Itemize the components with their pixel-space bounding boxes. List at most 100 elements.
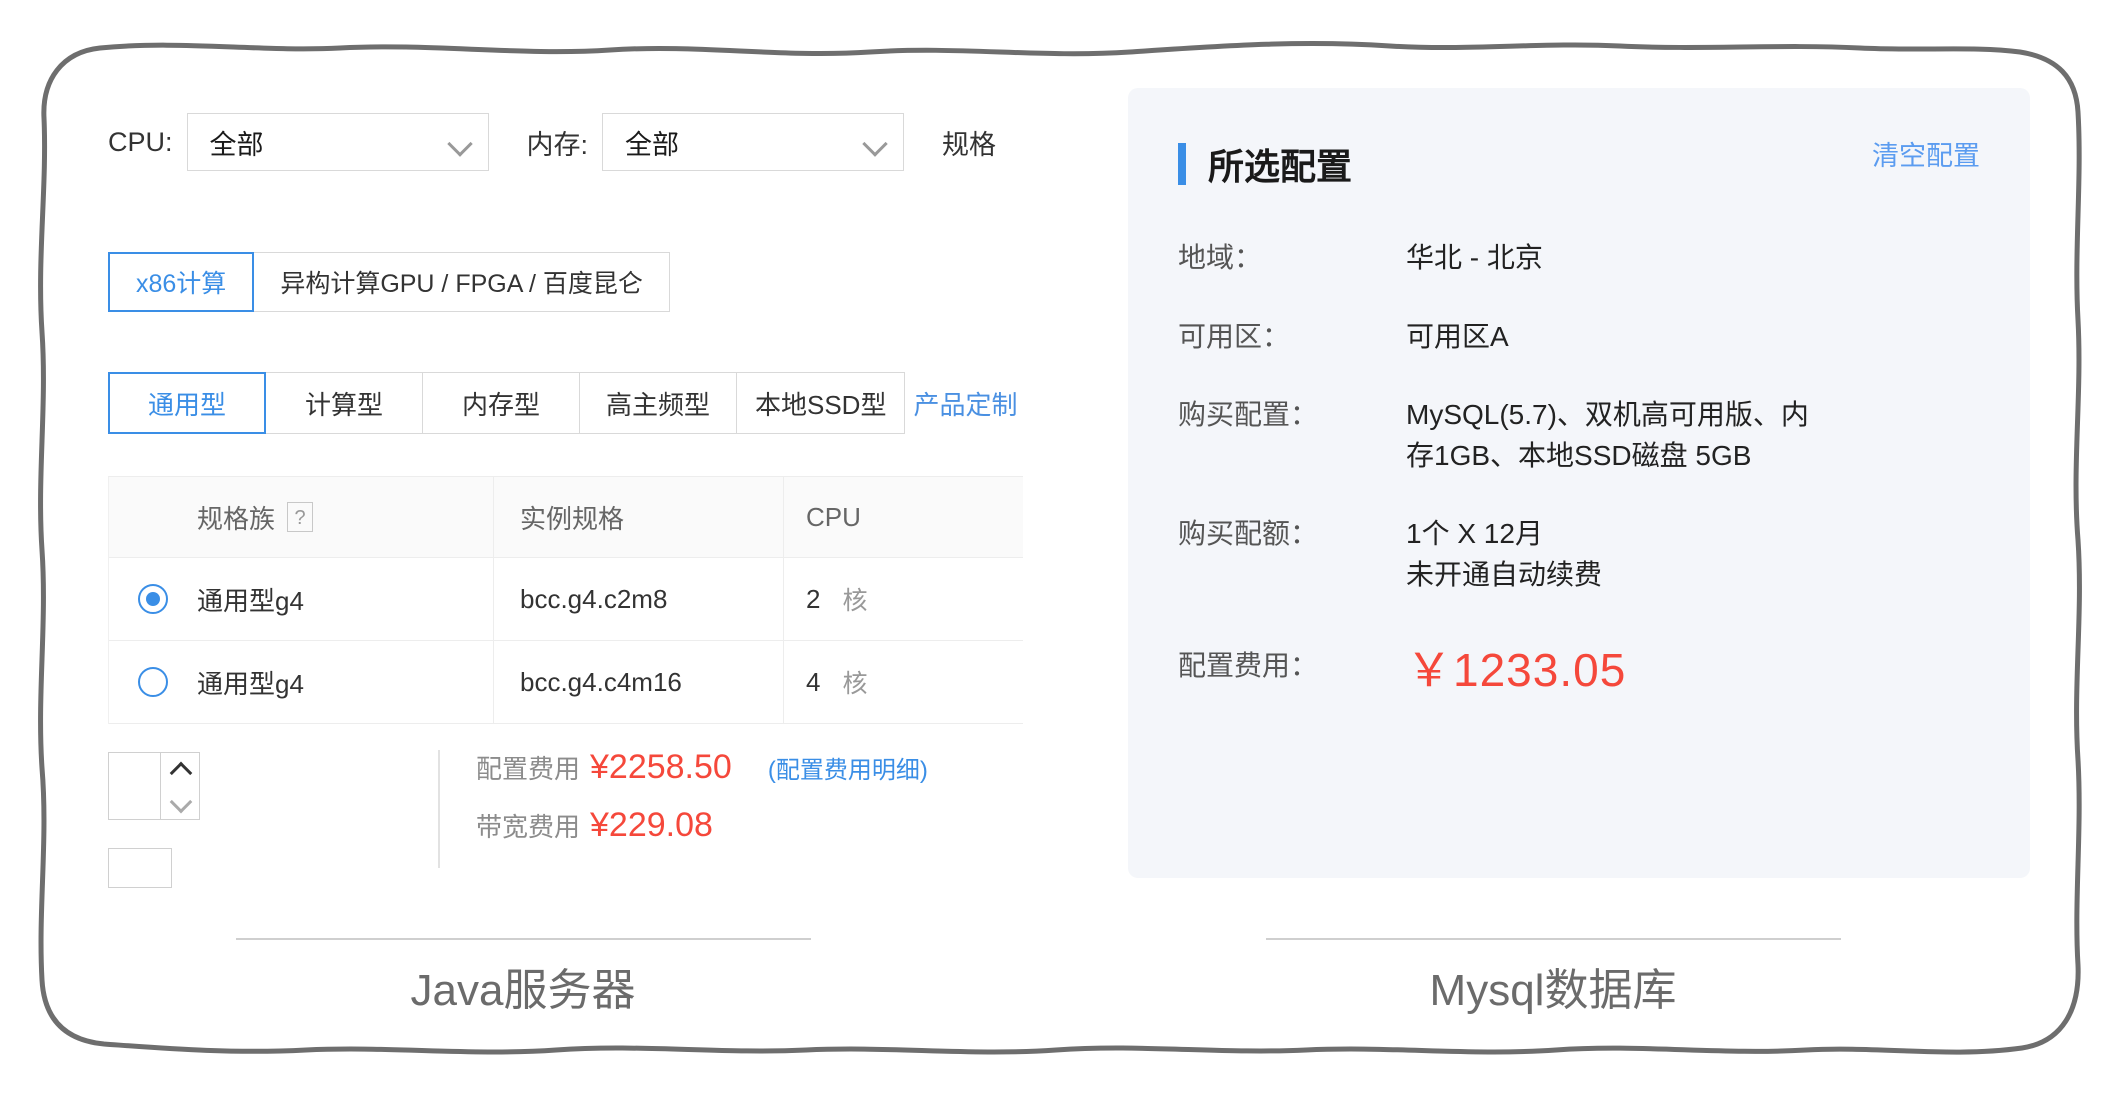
chevron-down-icon: [172, 794, 189, 811]
caption-java-server: Java服务器: [228, 938, 818, 1018]
config-price-value: ￥1233.05: [1406, 643, 1627, 696]
row-spec-label: bcc.g4.c4m16: [520, 666, 682, 697]
accent-bar-icon: [1178, 143, 1186, 185]
memory-filter-value: 全部: [625, 129, 680, 160]
config-purchase-key: 购买配置：: [1178, 399, 1319, 431]
row-family-label: 通用型g4: [197, 668, 304, 699]
config-item-region: 地域： 华北 - 北京: [1178, 238, 1980, 279]
row-spec-cell: bcc.g4.c4m16: [493, 641, 783, 723]
bandwidth-fee-amount: ¥229.08: [590, 806, 713, 844]
clear-config-button[interactable]: 清空配置: [1872, 134, 1980, 173]
row-spec-cell: bcc.g4.c2m8: [493, 558, 783, 640]
tab-local-ssd[interactable]: 本地SSD型: [736, 372, 906, 434]
cpu-filter-select[interactable]: 全部: [186, 113, 489, 171]
tab-compute-optimized-label: 计算型: [304, 389, 383, 420]
config-fee-detail-link[interactable]: (配置费用明细): [768, 750, 928, 785]
caption-rule: [1265, 938, 1841, 940]
tab-memory-optimized[interactable]: 内存型: [422, 372, 580, 434]
row-select-cell[interactable]: [109, 641, 197, 723]
caption-right-label: Mysql数据库: [1429, 966, 1677, 1015]
memory-filter-label: 内存:: [526, 129, 589, 160]
product-customization-link[interactable]: 产品定制: [905, 372, 1017, 434]
row-cpu-value: 2: [806, 583, 821, 614]
fee-section-divider: [438, 750, 440, 868]
quantity-stepper[interactable]: [108, 752, 200, 820]
product-customization-label: 产品定制: [913, 389, 1018, 420]
spec-filter-label: 规格: [942, 129, 997, 160]
config-region-key: 地域：: [1178, 242, 1263, 273]
row-family-cell: 通用型g4: [197, 641, 493, 723]
header-spec-label: 实例规格: [520, 503, 625, 534]
selected-config-list: 地域： 华北 - 北京 可用区： 可用区A 购买配置： MySQL(5.7)、双…: [1178, 238, 1980, 700]
row-cpu-cell: 2 核: [783, 558, 943, 640]
compute-type-heterogeneous[interactable]: 异构计算GPU / FPGA / 百度昆仑: [253, 252, 670, 312]
row-cpu-unit: 核: [842, 670, 868, 698]
server-config-panel: CPU: 全部 内存: 全部 规格 x86计算 异构计算GPU / FPGA /…: [108, 100, 1023, 890]
content-stage: CPU: 全部 内存: 全部 规格 x86计算 异构计算GPU / FPGA /…: [0, 0, 2116, 1114]
config-item-purchase-config: 购买配置： MySQL(5.7)、双机高可用版、内存1GB、本地SSD磁盘 5G…: [1178, 395, 1980, 476]
caption-rule: [235, 938, 811, 940]
secondary-input-clipped[interactable]: [108, 848, 172, 888]
tab-memory-optimized-label: 内存型: [461, 389, 540, 420]
compute-type-segmented: x86计算 异构计算GPU / FPGA / 百度昆仑: [108, 252, 670, 312]
config-item-price: 配置费用： ￥1233.05: [1178, 634, 1980, 700]
instance-spec-table: 规格族 ? 实例规格 CPU 通用型g4 bcc.g4.c2m8 2 核 通用型…: [108, 476, 1023, 724]
page-title: 所选配置: [1208, 146, 1353, 187]
table-row[interactable]: 通用型g4 bcc.g4.c4m16 4 核: [109, 641, 1023, 724]
row-family-label: 通用型g4: [197, 585, 304, 616]
chevron-down-icon: [448, 135, 472, 149]
header-cpu-label: CPU: [806, 501, 861, 532]
row-select-cell[interactable]: [109, 558, 197, 640]
config-fee-label: 配置费用: [476, 754, 581, 784]
header-family-cell: 规格族 ?: [197, 477, 493, 557]
caption-mysql-database: Mysql数据库: [1258, 938, 1848, 1018]
caption-left-label: Java服务器: [410, 966, 636, 1015]
tab-general-purpose[interactable]: 通用型: [108, 372, 266, 434]
radio-button-unselected[interactable]: [138, 667, 168, 697]
compute-type-x86-label: x86计算: [136, 270, 227, 298]
config-price-key: 配置费用：: [1178, 650, 1319, 682]
instance-category-tabs: 通用型 计算型 内存型 高主频型 本地SSD型 产品定制: [108, 372, 1017, 434]
cpu-filter-value: 全部: [209, 129, 264, 160]
config-quota-value: 1个 X 12月: [1406, 518, 1543, 550]
tab-local-ssd-label: 本地SSD型: [755, 389, 887, 420]
tab-high-frequency[interactable]: 高主频型: [579, 372, 737, 434]
row-cpu-cell: 4 核: [783, 641, 943, 723]
config-zone-value: 可用区A: [1406, 320, 1509, 352]
header-cpu-cell: CPU: [783, 477, 943, 557]
chevron-down-icon: [863, 135, 887, 149]
selected-config-header: 所选配置 清空配置: [1178, 132, 1980, 196]
config-purchase-value: MySQL(5.7)、双机高可用版、内存1GB、本地SSD磁盘 5GB: [1406, 399, 1809, 471]
table-row[interactable]: 通用型g4 bcc.g4.c2m8 2 核: [109, 558, 1023, 641]
header-family-label: 规格族: [197, 503, 276, 534]
radio-button-selected[interactable]: [138, 584, 168, 614]
bandwidth-fee-line: 带宽费用 ¥229.08: [476, 806, 928, 864]
config-fee-amount: ¥2258.50: [590, 748, 732, 786]
selected-config-panel: 所选配置 清空配置 地域： 华北 - 北京 可用区： 可用区A 购买配置： My…: [1128, 88, 2030, 878]
chevron-up-icon: [172, 761, 189, 778]
config-fee-line: 配置费用 ¥2258.50 (配置费用明细): [476, 748, 928, 806]
help-icon[interactable]: ?: [287, 502, 314, 532]
row-cpu-unit: 核: [842, 587, 868, 615]
header-select-cell: [109, 477, 197, 557]
stepper-increment-button[interactable]: [161, 753, 199, 786]
bandwidth-fee-label: 带宽费用: [476, 812, 581, 842]
config-item-quota: 购买配额： 1个 X 12月 未开通自动续费: [1178, 514, 1980, 595]
stepper-spin-buttons: [160, 753, 199, 819]
config-zone-key: 可用区：: [1178, 320, 1291, 352]
tab-compute-optimized[interactable]: 计算型: [265, 372, 423, 434]
table-header-row: 规格族 ? 实例规格 CPU: [109, 477, 1023, 558]
config-quota-value-group: 1个 X 12月 未开通自动续费: [1406, 514, 1602, 595]
tab-high-frequency-label: 高主频型: [605, 389, 710, 420]
config-autorenew-value: 未开通自动续费: [1406, 558, 1603, 590]
header-spec-cell: 实例规格: [493, 477, 783, 557]
memory-filter-select[interactable]: 全部: [602, 113, 905, 171]
row-cpu-value: 4: [806, 666, 821, 697]
stepper-decrement-button[interactable]: [161, 786, 199, 819]
row-spec-label: bcc.g4.c2m8: [520, 583, 668, 614]
row-family-cell: 通用型g4: [197, 558, 493, 640]
cpu-filter-label: CPU:: [108, 126, 173, 157]
compute-type-heterogeneous-label: 异构计算GPU / FPGA / 百度昆仑: [280, 270, 643, 298]
config-quota-key: 购买配额：: [1178, 518, 1319, 550]
compute-type-x86[interactable]: x86计算: [108, 252, 255, 312]
